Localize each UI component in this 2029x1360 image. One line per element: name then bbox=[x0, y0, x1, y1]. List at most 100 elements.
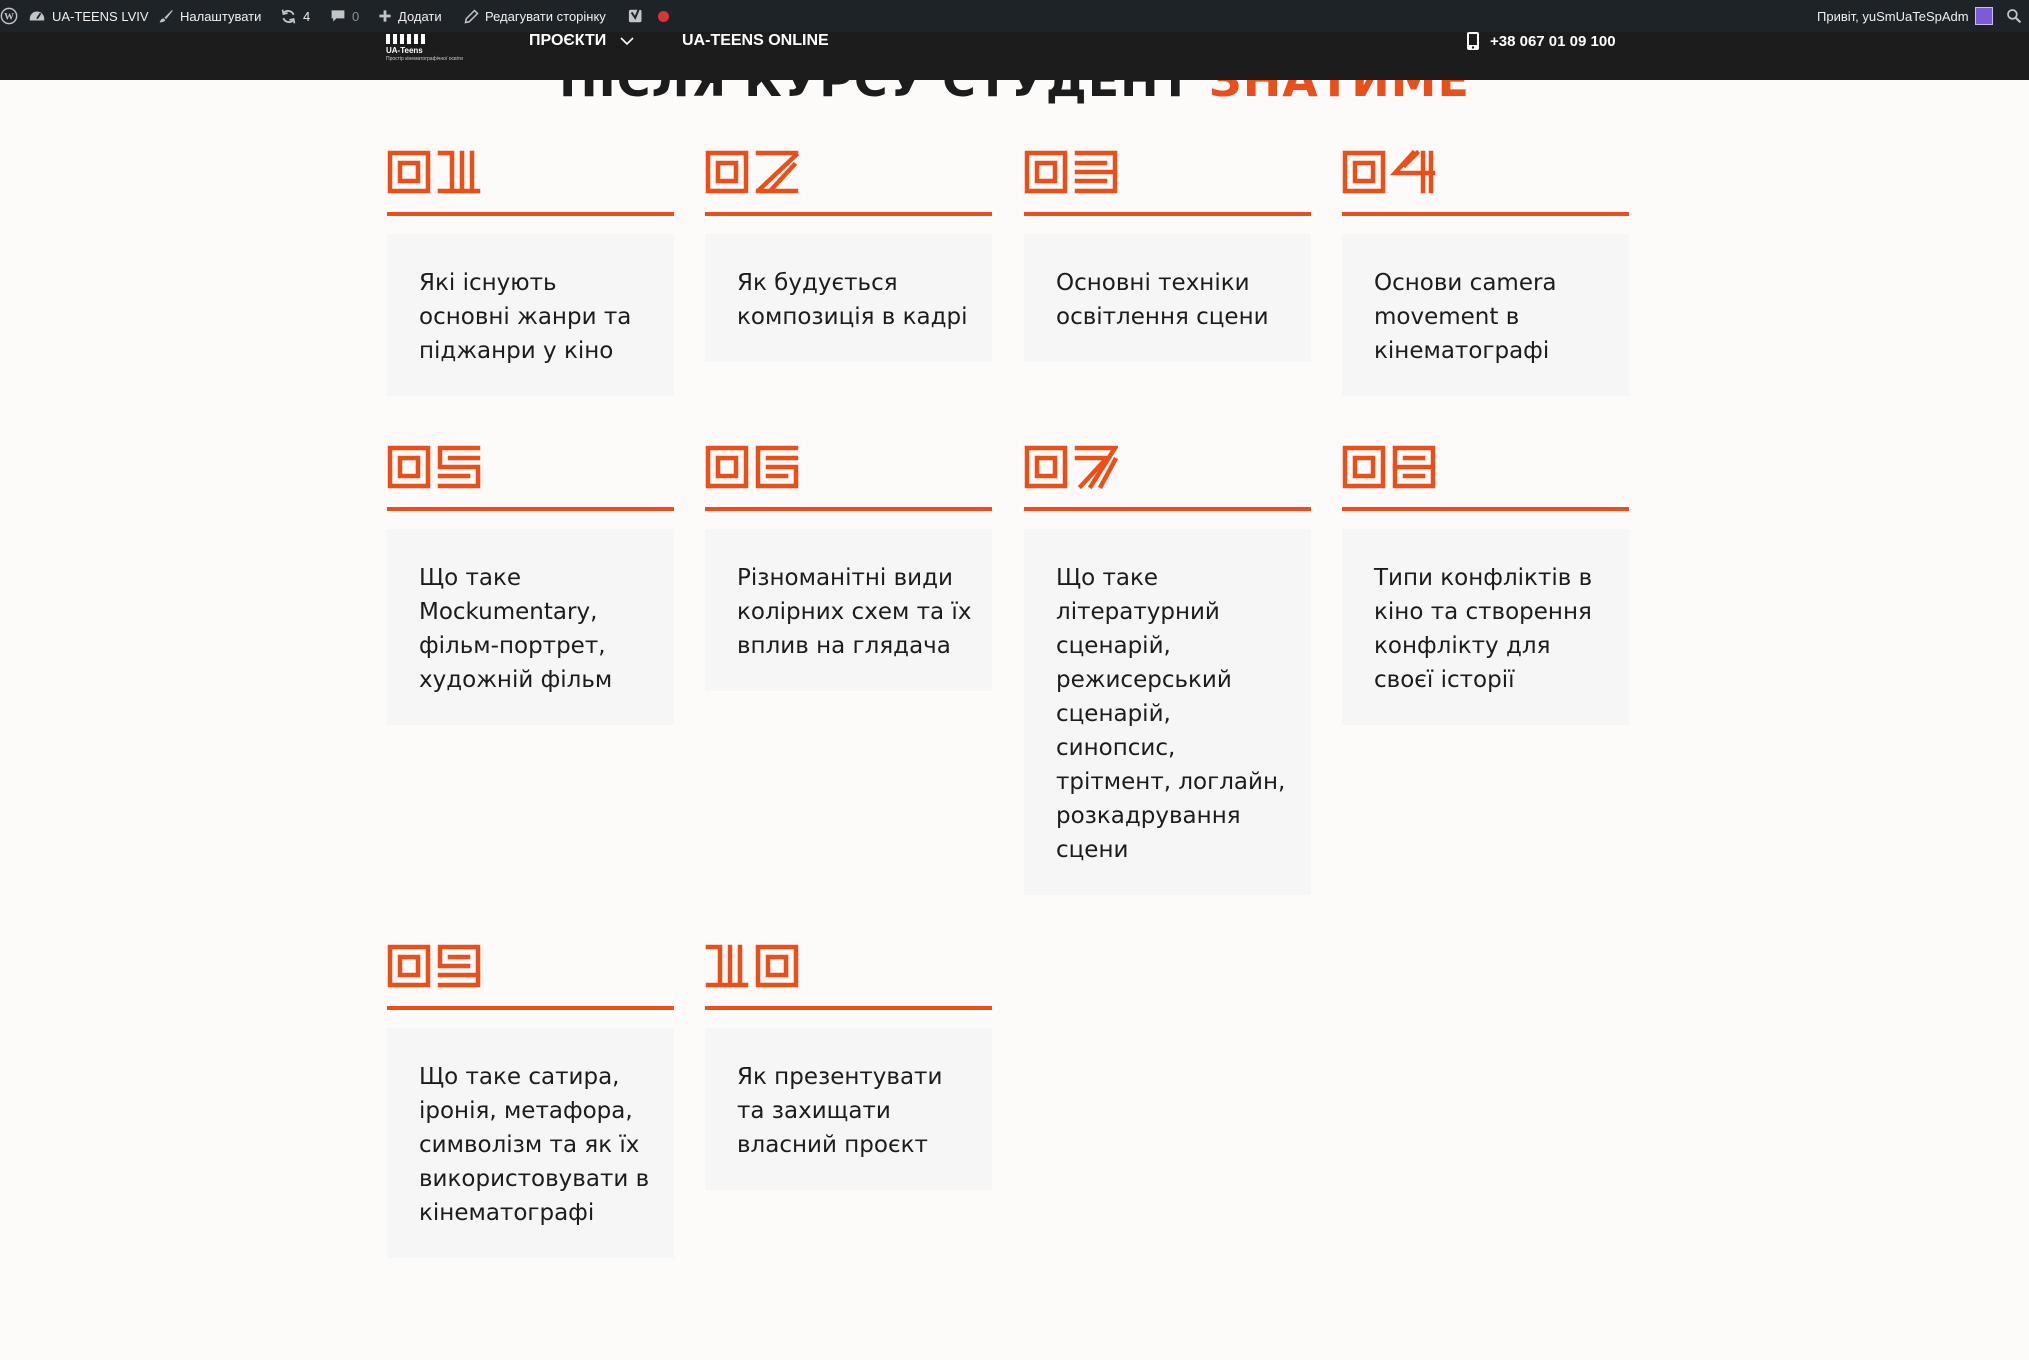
yoast-seo-icon bbox=[628, 7, 646, 25]
nav-item-online[interactable]: UA-TEENS ONLINE bbox=[682, 32, 829, 50]
seo-status-dot bbox=[658, 10, 669, 22]
site-name-label: UA-TEENS LVIV bbox=[52, 8, 149, 24]
digit-0-glyph bbox=[1024, 445, 1068, 489]
digit-0-glyph bbox=[755, 944, 799, 988]
digit-1-glyph bbox=[705, 944, 749, 988]
card-text: Основи camera movement в кінематографі bbox=[1342, 234, 1629, 396]
nav-item-projects[interactable]: ПРОЄКТИ bbox=[529, 32, 634, 50]
comments-link[interactable]: 0 bbox=[330, 0, 359, 32]
card-text: Основні техніки освітлення сцени bbox=[1024, 234, 1311, 362]
updates-icon bbox=[280, 8, 297, 25]
digit-4-glyph bbox=[1389, 149, 1436, 194]
seo-menu[interactable] bbox=[628, 0, 669, 32]
admin-bar: W UA-TEENS LVIV Налаштувати 4 0 Додати Р… bbox=[0, 0, 2029, 32]
card-divider bbox=[1024, 507, 1311, 511]
skill-card: Основні техніки освітлення сцени bbox=[1024, 148, 1311, 362]
digit-6-glyph bbox=[755, 445, 799, 489]
digit-0-glyph bbox=[705, 150, 749, 194]
search-icon bbox=[2006, 8, 2022, 24]
skill-card: Що таке літературний сценарій, режисерсь… bbox=[1024, 443, 1311, 895]
digit-9-glyph bbox=[437, 944, 481, 988]
card-text: Як будується композиція в кадрі bbox=[705, 234, 992, 362]
card-divider bbox=[1342, 212, 1629, 216]
number-03-icon bbox=[1024, 150, 1118, 194]
skill-card: Як презентувати та захищати власний проє… bbox=[705, 942, 992, 1190]
digit-0-glyph bbox=[705, 445, 749, 489]
number-02-icon bbox=[705, 150, 799, 194]
card-text: Як презентувати та захищати власний проє… bbox=[705, 1028, 992, 1190]
dashboard-icon bbox=[28, 7, 46, 25]
customize-link[interactable]: Налаштувати bbox=[158, 0, 261, 32]
number-06-icon bbox=[705, 445, 799, 489]
card-divider bbox=[1342, 507, 1629, 511]
skill-card: Що таке сатира, іронія, метафора, символ… bbox=[387, 942, 674, 1258]
card-text: Що таке Mockumentary, фільм-портрет, худ… bbox=[387, 529, 674, 725]
digit-2-glyph bbox=[755, 150, 799, 194]
number-07-icon bbox=[1024, 445, 1118, 490]
card-text: Що таке сатира, іронія, метафора, символ… bbox=[387, 1028, 674, 1258]
avatar bbox=[1974, 7, 1993, 25]
skill-card: Типи конфліктів в кіно та створення конф… bbox=[1342, 443, 1629, 725]
number-10-icon bbox=[705, 944, 799, 988]
card-divider bbox=[387, 507, 674, 511]
skill-card: Різноманітні види колірних схем та їх вп… bbox=[705, 443, 992, 691]
wordpress-logo-icon: W bbox=[0, 7, 18, 25]
number-04-icon bbox=[1342, 149, 1436, 194]
chevron-down-icon bbox=[620, 36, 634, 46]
nav-projects-label: ПРОЄКТИ bbox=[529, 32, 607, 49]
comment-icon bbox=[330, 8, 346, 24]
logo-name: UA-Teens bbox=[386, 46, 423, 55]
number-01-icon bbox=[387, 150, 481, 194]
number-09-icon bbox=[387, 944, 481, 988]
plus-icon bbox=[378, 9, 392, 23]
site-logo[interactable]: UA-Teens Простір кінематографічної освіт… bbox=[386, 34, 466, 64]
digit-0-glyph bbox=[1342, 150, 1386, 194]
card-text: Що таке літературний сценарій, режисерсь… bbox=[1024, 529, 1311, 895]
account-menu[interactable]: Привіт, yuSmUaTeSpAdm bbox=[1817, 0, 1993, 32]
card-text: Які існують основні жанри та піджанри у … bbox=[387, 234, 674, 396]
digit-0-glyph bbox=[1342, 445, 1386, 489]
phone-link[interactable]: +38 067 01 09 100 bbox=[1466, 32, 1616, 50]
phone-number: +38 067 01 09 100 bbox=[1490, 32, 1616, 50]
greeting-label: Привіт, yuSmUaTeSpAdm bbox=[1817, 8, 1969, 24]
card-text: Різноманітні види колірних схем та їх вп… bbox=[705, 529, 992, 691]
nav-online-label: UA-TEENS ONLINE bbox=[682, 32, 829, 49]
digit-0-glyph bbox=[387, 445, 431, 489]
card-divider bbox=[387, 212, 674, 216]
digit-5-glyph bbox=[437, 445, 481, 489]
digit-0-glyph bbox=[387, 944, 431, 988]
updates-link[interactable]: 4 bbox=[280, 0, 310, 32]
logo-mark-icon bbox=[386, 34, 466, 44]
site-name-link[interactable]: UA-TEENS LVIV bbox=[28, 0, 149, 32]
add-new-link[interactable]: Додати bbox=[378, 0, 442, 32]
card-divider bbox=[705, 1006, 992, 1010]
digit-1-glyph bbox=[437, 150, 481, 194]
svg-text:W: W bbox=[4, 12, 14, 23]
card-text: Типи конфліктів в кіно та створення конф… bbox=[1342, 529, 1629, 725]
customize-label: Налаштувати bbox=[180, 8, 262, 24]
site-header: UA-Teens Простір кінематографічної освіт… bbox=[0, 32, 2029, 80]
skill-card: Основи camera movement в кінематографі bbox=[1342, 148, 1629, 396]
comments-count: 0 bbox=[352, 8, 360, 24]
card-divider bbox=[1024, 212, 1311, 216]
wordpress-menu[interactable]: W bbox=[0, 0, 18, 32]
pencil-icon bbox=[464, 8, 479, 24]
logo-tagline: Простір кінематографічної освіти bbox=[386, 56, 463, 62]
digit-0-glyph bbox=[1024, 150, 1068, 194]
card-divider bbox=[387, 1006, 674, 1010]
updates-count: 4 bbox=[303, 8, 311, 24]
digit-8-glyph bbox=[1392, 445, 1436, 489]
search-toggle[interactable] bbox=[2006, 0, 2022, 32]
card-divider bbox=[705, 212, 992, 216]
digit-0-glyph bbox=[387, 150, 431, 194]
card-divider bbox=[705, 507, 992, 511]
phone-icon bbox=[1466, 31, 1480, 51]
skill-card: Що таке Mockumentary, фільм-портрет, худ… bbox=[387, 443, 674, 725]
number-05-icon bbox=[387, 445, 481, 489]
brush-icon bbox=[158, 8, 174, 24]
edit-page-label: Редагувати сторінку bbox=[485, 8, 606, 24]
add-new-label: Додати bbox=[398, 8, 442, 24]
digit-7-glyph bbox=[1074, 445, 1118, 490]
edit-page-link[interactable]: Редагувати сторінку bbox=[464, 0, 606, 32]
number-08-icon bbox=[1342, 445, 1436, 489]
